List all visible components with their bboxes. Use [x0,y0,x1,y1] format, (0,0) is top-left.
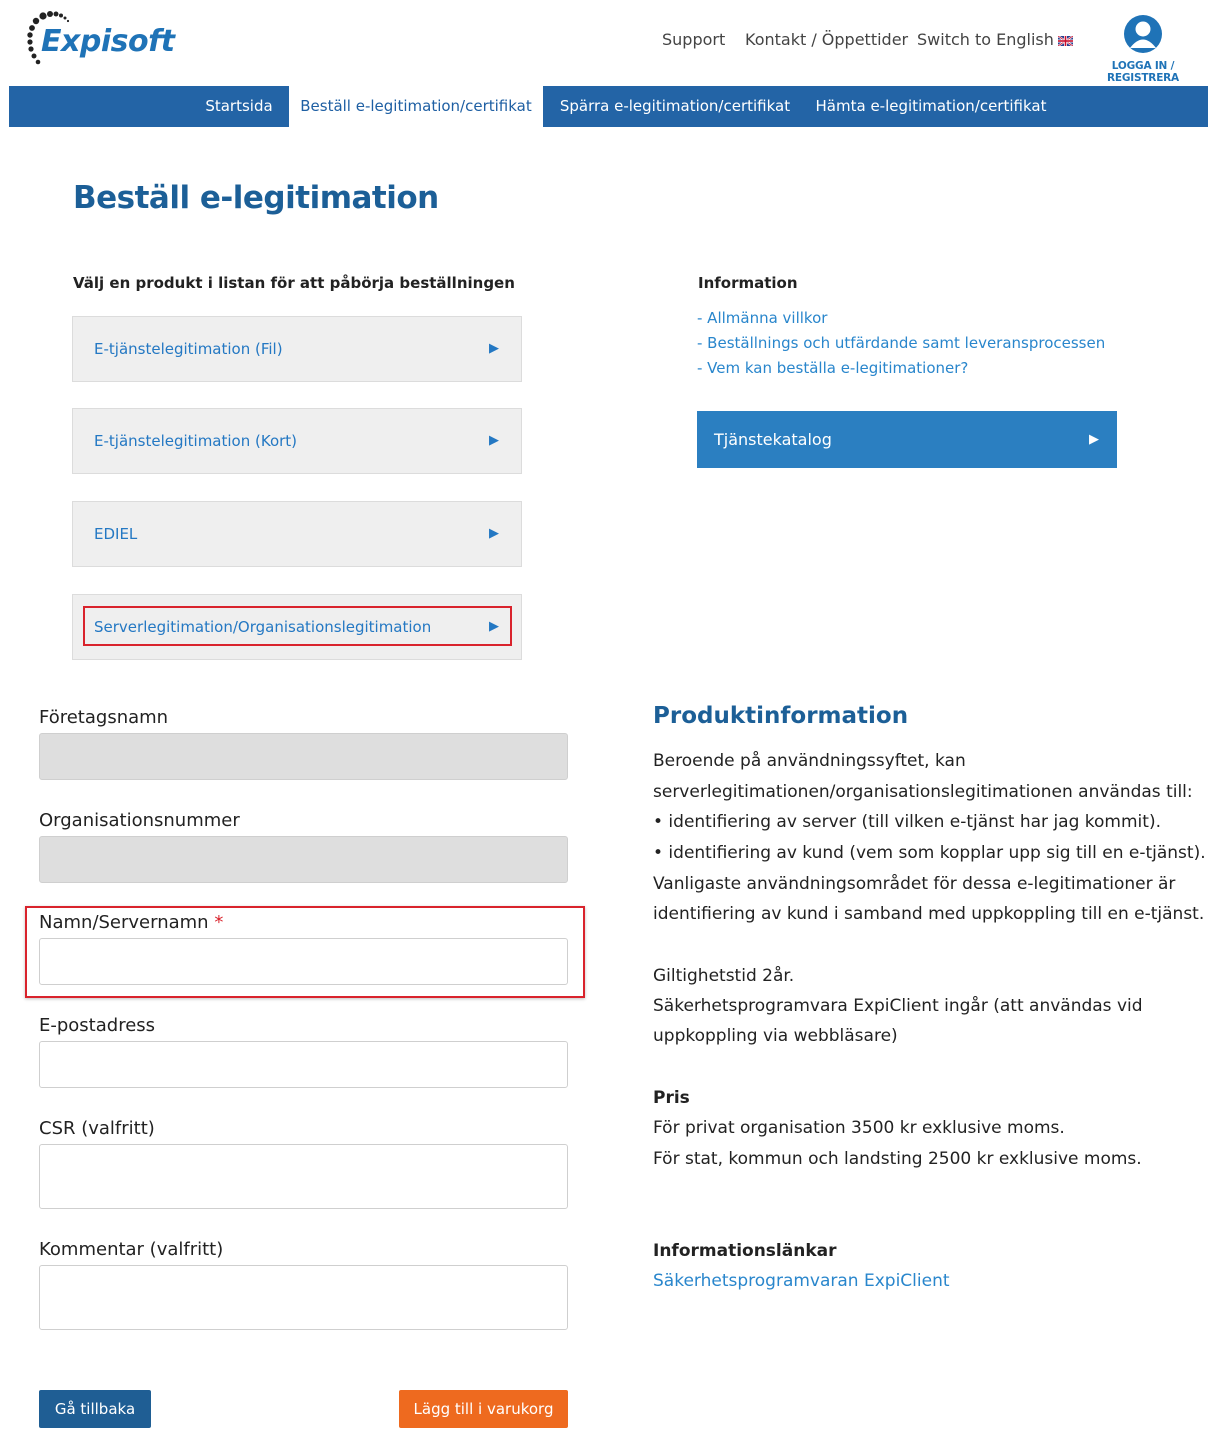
play-arrow-icon: ▶ [1089,432,1099,447]
csr-textarea[interactable] [39,1144,568,1209]
orgnr-label: Organisationsnummer [39,810,240,831]
email-label: E-postadress [39,1015,156,1036]
product-info-line: Beroende på användningssyftet, kan [653,751,966,771]
product-info-line: serverlegitimationen/organisationslegiti… [653,782,1193,802]
play-arrow-icon: ▶ [489,433,499,448]
tab-sparra[interactable]: Spärra e-legitimation/certifikat [555,86,795,127]
product-label: EDIEL [94,525,138,543]
product-info-title: Produktinformation [653,703,909,729]
product-label: E-tjänstelegitimation (Fil) [94,340,283,358]
product-info-line: • identifiering av kund (vem som kopplar… [653,843,1206,863]
add-to-cart-button[interactable]: Lägg till i varukorg [399,1390,568,1428]
product-info-line: identifiering av kund i samband med uppk… [653,904,1205,924]
expiclient-link[interactable]: Säkerhetsprogramvaran ExpiClient [653,1271,950,1291]
product-info-line: Vanligaste användningsområdet för dessa … [653,874,1176,894]
tjanstekatalog-label: Tjänstekatalog [714,430,832,449]
tab-bestall[interactable]: Beställ e-legitimation/certifikat [289,86,543,127]
info-links-heading: Informationslänkar [653,1241,837,1261]
validity-line: uppkoppling via webbläsare) [653,1026,898,1046]
nav-support-link[interactable]: Support [662,30,725,49]
product-ediel[interactable]: EDIEL ▶ [72,501,522,567]
company-name-field [39,733,568,780]
tjanstekatalog-button[interactable]: Tjänstekatalog ▶ [697,411,1117,468]
page-title: Beställ e-legitimation [73,180,439,216]
link-vem-kan-bestalla[interactable]: - Vem kan beställa e-legitimationer? [697,359,968,377]
price-line: För stat, kommun och landsting 2500 kr e… [653,1149,1142,1169]
validity-line: Säkerhetsprogramvara ExpiClient ingår (a… [653,996,1143,1016]
switch-english-label: Switch to English [917,30,1054,49]
play-arrow-icon: ▶ [489,341,499,356]
tab-startsida[interactable]: Startsida [189,86,289,127]
company-name-label: Företagsnamn [39,707,169,728]
play-arrow-icon: ▶ [489,526,499,541]
tab-hamta[interactable]: Hämta e-legitimation/certifikat [809,86,1053,127]
product-e-tjanst-fil[interactable]: E-tjänstelegitimation (Fil) ▶ [72,316,522,382]
nav-switch-english-link[interactable]: Switch to English [917,30,1073,49]
product-e-tjanst-kort[interactable]: E-tjänstelegitimation (Kort) ▶ [72,408,522,474]
main-navigation: Startsida Beställ e-legitimation/certifi… [9,86,1208,127]
uk-flag-icon [1057,35,1073,46]
price-heading: Pris [653,1088,690,1108]
email-input[interactable] [39,1041,568,1088]
site-header: Expisoft Support Kontakt / Öppettider Sw… [0,0,1208,86]
go-back-button[interactable]: Gå tillbaka [39,1390,151,1428]
link-bestallningsprocess[interactable]: - Beställnings och utfärdande samt lever… [697,334,1105,352]
select-product-heading: Välj en produkt i listan för att påbörja… [73,274,515,292]
product-info-line: • identifiering av server (till vilken e… [653,812,1161,832]
highlight-server-name-field [25,906,585,998]
validity-line: Giltighetstid 2år. [653,966,795,986]
product-label: E-tjänstelegitimation (Kort) [94,432,298,450]
logo-text: Expisoft [41,24,175,59]
orgnr-field [39,836,568,883]
nav-contact-link[interactable]: Kontakt / Öppettider [745,30,908,49]
login-register-label: LOGGA IN / REGISTRERA [1107,60,1179,84]
price-line: För privat organisation 3500 kr exklusiv… [653,1118,1065,1138]
user-avatar-icon [1124,15,1162,53]
comment-textarea[interactable] [39,1265,568,1330]
csr-label: CSR (valfritt) [39,1118,155,1139]
expisoft-logo[interactable]: Expisoft [26,10,186,70]
link-allmanna-villkor[interactable]: - Allmänna villkor [697,309,827,327]
highlight-selected-product [83,606,512,646]
information-heading: Information [698,274,798,292]
comment-label: Kommentar (valfritt) [39,1239,224,1260]
login-register-button[interactable]: LOGGA IN / REGISTRERA [1078,14,1208,84]
